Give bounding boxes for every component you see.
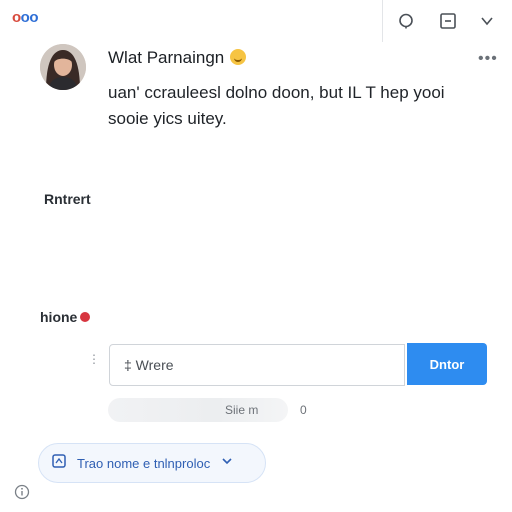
circle-icon[interactable] bbox=[395, 10, 417, 32]
expand-square-icon bbox=[51, 453, 67, 474]
faded-count: 0 bbox=[300, 403, 307, 417]
minimize-icon[interactable] bbox=[437, 10, 459, 32]
section-label-second-text: hione bbox=[40, 309, 78, 325]
pill-button-label: Trao nome e tnlnproloc bbox=[77, 455, 211, 471]
avatar[interactable] bbox=[40, 44, 86, 90]
section-label-second: hione bbox=[40, 309, 91, 325]
suggestion-pill-button[interactable]: Trao nome e tnlnproloc bbox=[38, 443, 266, 483]
message-body: uan' ccrauleesl dolno doon, but IL T hep… bbox=[108, 83, 445, 128]
more-options-icon[interactable]: ••• bbox=[478, 50, 498, 68]
notification-dot bbox=[80, 312, 91, 322]
faded-status-text: Siie m bbox=[225, 403, 259, 417]
author-name: Wlat Parnaingn bbox=[108, 48, 225, 67]
enter-button[interactable]: Dntor bbox=[407, 343, 487, 385]
app-logo: ooo bbox=[12, 9, 39, 26]
smiley-icon bbox=[230, 49, 247, 65]
chevron-down-icon bbox=[220, 454, 234, 473]
chevron-down-icon[interactable] bbox=[476, 10, 498, 32]
toolbar-divider bbox=[382, 0, 383, 42]
top-bar: ooo bbox=[0, 0, 512, 42]
section-label-first: Rntrert bbox=[44, 191, 91, 207]
loading-placeholder bbox=[108, 398, 288, 422]
drag-handle-icon[interactable]: ⋮ bbox=[88, 353, 100, 376]
info-icon[interactable] bbox=[14, 484, 30, 500]
message-author: Wlat Parnaingn bbox=[108, 48, 247, 68]
message-input[interactable] bbox=[109, 344, 405, 386]
